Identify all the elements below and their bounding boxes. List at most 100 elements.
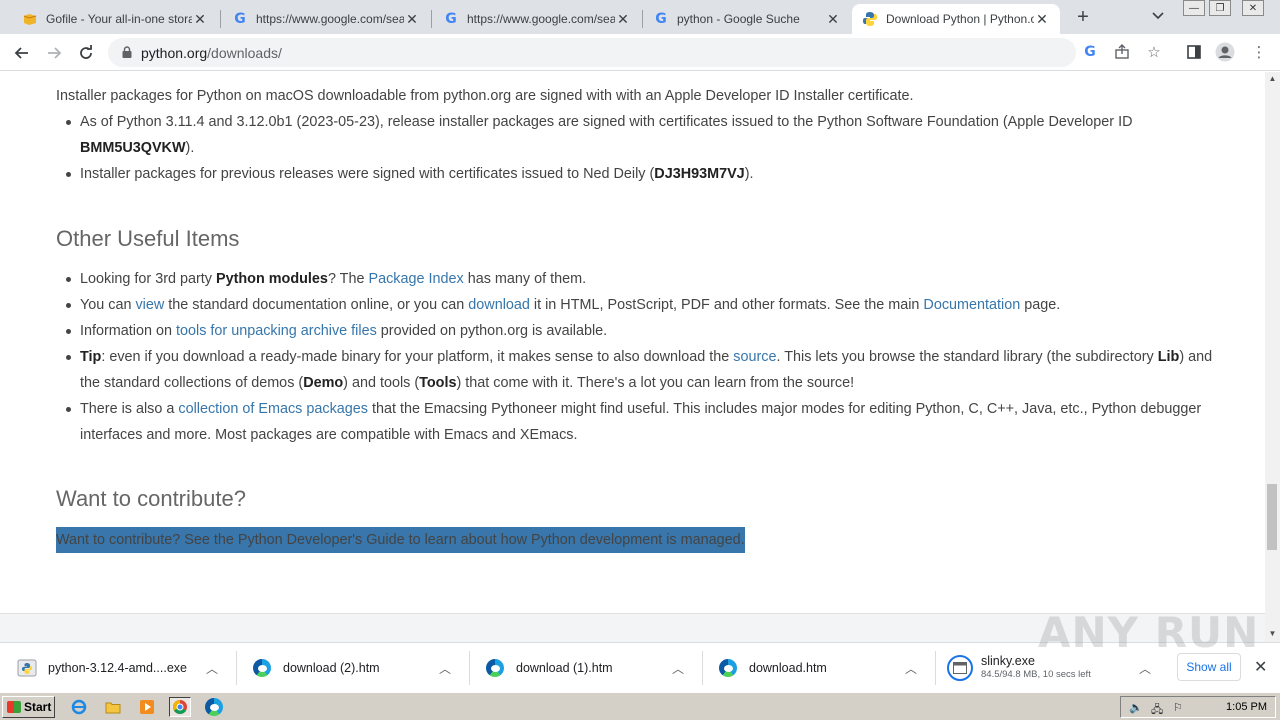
item-text: ) and tools ( (343, 375, 420, 391)
download-filename: download (1).htm (516, 661, 613, 675)
start-button[interactable]: Start (2, 696, 55, 718)
back-button[interactable] (11, 42, 33, 64)
item-bold: Tools (419, 375, 457, 391)
page-content: Installer packages for Python on macOS d… (0, 72, 1265, 642)
menu-kebab-icon[interactable]: ⋮ (1249, 42, 1269, 62)
tab-python-downloads[interactable]: Download Python | Python.org ✕ (852, 4, 1060, 34)
macos-signing-intro: Installer packages for Python on macOS d… (56, 88, 914, 104)
tab-google-search-2[interactable]: G https://www.google.com/search ✕ (433, 4, 641, 34)
download-item[interactable]: download.htm ︿ (717, 643, 935, 693)
emacs-packages-link[interactable]: collection of Emacs packages (178, 401, 368, 417)
signing-text: As of Python 3.11.4 and 3.12.0b1 (2023-0… (80, 114, 1133, 130)
edge-icon (251, 657, 273, 679)
tab-title: Gofile - Your all-in-one storage (46, 12, 192, 26)
restore-window-button[interactable]: ❐ (1209, 0, 1231, 16)
signing-text: Installer packages for previous releases… (80, 166, 655, 182)
speaker-icon[interactable]: 🔈 (1129, 701, 1143, 715)
google-lens-icon[interactable]: G (1080, 42, 1100, 62)
bookmark-star-icon[interactable]: ☆ (1144, 42, 1164, 62)
download-filename: download.htm (749, 661, 827, 675)
page-scrollbar[interactable] (1265, 72, 1280, 642)
minimize-window-button[interactable]: — (1183, 0, 1205, 16)
download-filename: python-3.12.4-amd....exe (48, 661, 187, 675)
chevron-up-icon[interactable]: ︿ (1139, 660, 1151, 677)
close-shelf-icon[interactable]: ✕ (1254, 657, 1267, 677)
tab-title: python - Google Suche (677, 12, 800, 26)
browser-toolbar: python.org/downloads/ G ☆ ⋮ (0, 34, 1280, 71)
view-docs-link[interactable]: view (135, 297, 164, 313)
close-tab-icon[interactable]: ✕ (1034, 11, 1050, 28)
chevron-up-icon[interactable]: ︿ (905, 660, 917, 677)
scroll-up-arrow-icon[interactable]: ▲ (1265, 72, 1280, 86)
tab-title: https://www.google.com/search (256, 12, 404, 26)
url-domain: python.org (141, 45, 208, 61)
action-center-flag-icon[interactable]: ⚐ (1173, 701, 1187, 715)
close-tab-icon[interactable]: ✕ (825, 11, 841, 28)
google-icon: G (445, 11, 457, 27)
download-divider (702, 651, 703, 685)
show-all-downloads-button[interactable]: Show all (1177, 653, 1241, 681)
download-docs-link[interactable]: download (468, 297, 530, 313)
network-icon[interactable]: 🖧 (1151, 701, 1165, 716)
file-explorer-icon[interactable] (102, 697, 124, 717)
item-text: ) that come with it. There's a lot you c… (456, 375, 855, 391)
tab-search-chevron-icon[interactable] (1152, 9, 1164, 23)
address-bar[interactable]: python.org/downloads/ (108, 38, 1076, 67)
internet-explorer-icon[interactable] (68, 697, 90, 717)
close-tab-icon[interactable]: ✕ (192, 11, 208, 28)
media-player-icon[interactable] (136, 697, 158, 717)
signing-list: As of Python 3.11.4 and 3.12.0b1 (2023-0… (66, 109, 1190, 187)
download-item[interactable]: download (1).htm ︿ (484, 643, 702, 693)
clock[interactable]: 1:05 PM (1226, 701, 1267, 713)
documentation-link[interactable]: Documentation (923, 297, 1020, 313)
side-panel-icon[interactable] (1184, 42, 1204, 62)
reload-button[interactable] (75, 42, 97, 64)
item-text: There is also a (80, 401, 179, 417)
useful-items-list: Looking for 3rd party Python modules? Th… (66, 266, 1220, 448)
close-tab-icon[interactable]: ✕ (615, 11, 631, 28)
item-text: the standard documentation online, or yo… (164, 297, 469, 313)
chrome-icon[interactable] (169, 697, 191, 717)
url-text[interactable]: python.org/downloads/ (141, 45, 282, 61)
item-text: Information on (80, 323, 176, 339)
anyrun-watermark: ANY RUN (1038, 608, 1260, 657)
forward-button[interactable] (43, 42, 65, 64)
close-tab-icon[interactable]: ✕ (404, 11, 420, 28)
lock-icon[interactable] (122, 46, 132, 58)
item-bold: Lib (1157, 349, 1180, 365)
list-item: There is also a collection of Emacs pack… (66, 396, 1220, 448)
tab-strip: Gofile - Your all-in-one storage ✕ G htt… (0, 0, 1280, 34)
source-link[interactable]: source (733, 349, 776, 365)
item-text: Looking for 3rd party (80, 271, 216, 287)
tab-divider (431, 10, 432, 28)
item-text: provided on python.org is available. (376, 323, 608, 339)
chevron-up-icon[interactable]: ︿ (206, 660, 218, 677)
tab-google-search-1[interactable]: G https://www.google.com/search ✕ (222, 4, 430, 34)
scrollbar-thumb[interactable] (1267, 484, 1277, 550)
developer-id: BMM5U3QVKW (80, 140, 186, 156)
list-item: Tip: even if you download a ready-made b… (66, 344, 1220, 396)
list-item: Installer packages for previous releases… (66, 161, 1190, 187)
gofile-icon (22, 11, 38, 27)
share-icon[interactable] (1112, 42, 1132, 62)
chevron-up-icon[interactable]: ︿ (439, 660, 451, 677)
exe-icon (947, 655, 973, 681)
package-index-link[interactable]: Package Index (368, 271, 463, 287)
new-tab-button[interactable]: + (1072, 6, 1094, 29)
contribute-text-selected[interactable]: Want to contribute? See the Python Devel… (56, 527, 745, 553)
download-item[interactable]: download (2).htm ︿ (251, 643, 469, 693)
profile-avatar-icon[interactable] (1215, 42, 1235, 62)
url-path: /downloads/ (207, 45, 282, 61)
close-window-button[interactable]: ✕ (1242, 0, 1264, 16)
download-status: 84.5/94.8 MB, 10 secs left (981, 669, 1091, 680)
edge-icon[interactable] (203, 697, 225, 717)
chevron-up-icon[interactable]: ︿ (672, 660, 684, 677)
download-item[interactable]: python-3.12.4-amd....exe ︿ (16, 643, 236, 693)
download-filename: download (2).htm (283, 661, 380, 675)
tab-divider (220, 10, 221, 28)
unpacking-tools-link[interactable]: tools for unpacking archive files (176, 323, 377, 339)
tab-google-suche[interactable]: G python - Google Suche ✕ (643, 4, 851, 34)
item-text: page. (1020, 297, 1061, 313)
tab-gofile[interactable]: Gofile - Your all-in-one storage ✕ (12, 4, 218, 34)
scroll-down-arrow-icon[interactable]: ▼ (1265, 627, 1280, 641)
